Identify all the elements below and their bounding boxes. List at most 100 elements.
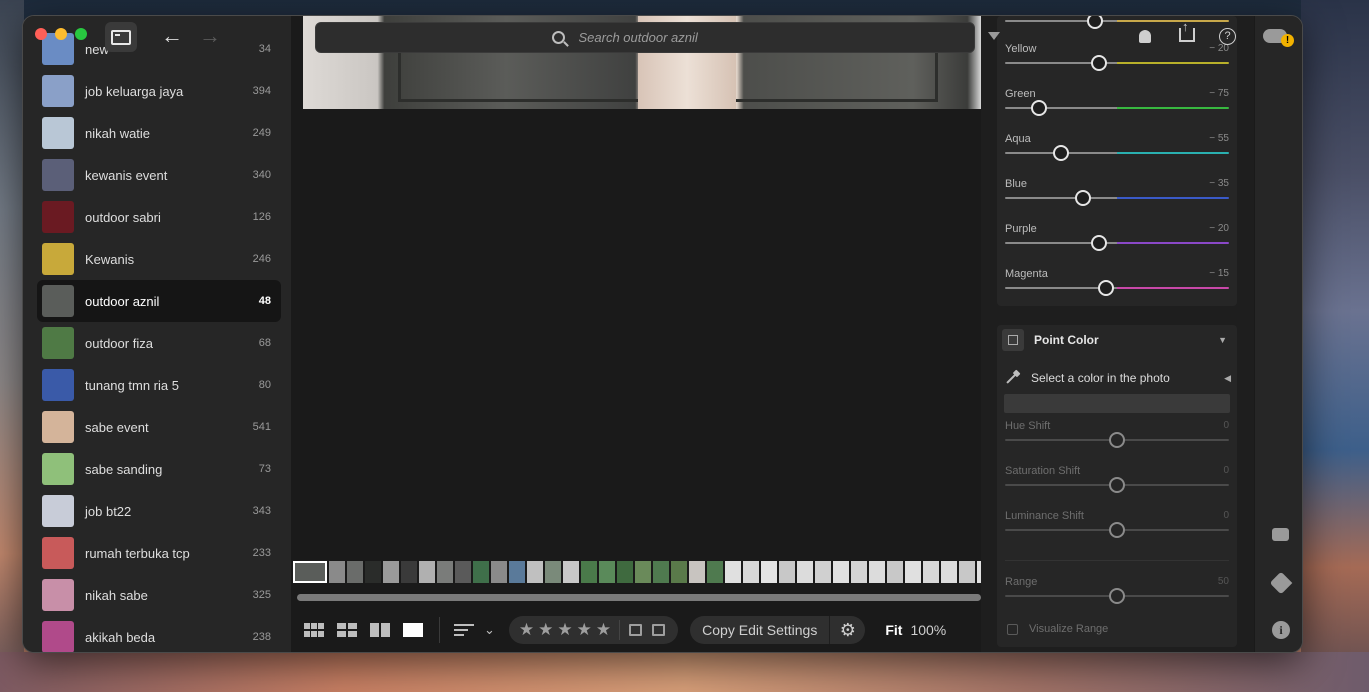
compare-view-icon[interactable] xyxy=(370,623,390,637)
comment-icon[interactable] xyxy=(1272,528,1289,541)
large-grid-view-icon[interactable] xyxy=(337,623,357,637)
adjustment-slider[interactable]: Purple − 20 xyxy=(1005,223,1229,268)
gear-icon[interactable]: ⚙ xyxy=(829,616,865,644)
album-item[interactable]: job keluarga jaya 394 xyxy=(37,70,281,112)
slider-track[interactable] xyxy=(1005,62,1229,64)
adjustment-slider[interactable]: Luminance Shift 0 xyxy=(1005,510,1229,555)
filmstrip-thumbnail[interactable] xyxy=(887,561,903,583)
info-icon[interactable]: i xyxy=(1272,621,1290,639)
filmstrip-thumbnail[interactable] xyxy=(545,561,561,583)
filmstrip-thumbnail[interactable] xyxy=(779,561,795,583)
bell-icon[interactable] xyxy=(1139,30,1151,43)
close-window-button[interactable] xyxy=(35,28,47,40)
zoom-window-button[interactable] xyxy=(75,28,87,40)
star-icon[interactable]: ★ xyxy=(577,620,592,640)
filmstrip-thumbnail[interactable] xyxy=(437,561,453,583)
slider-track[interactable] xyxy=(1005,197,1229,199)
adjustment-slider[interactable]: Blue − 35 xyxy=(1005,178,1229,223)
filmstrip-thumbnail[interactable] xyxy=(833,561,849,583)
point-color-header[interactable]: Point Color ▼ xyxy=(997,325,1237,355)
expand-arrow-icon[interactable]: ◀ xyxy=(1224,373,1231,384)
single-view-icon[interactable] xyxy=(403,623,423,637)
tag-icon[interactable] xyxy=(1269,571,1293,595)
adjustment-slider[interactable]: Saturation Shift 0 xyxy=(1005,465,1229,510)
star-icon[interactable]: ★ xyxy=(596,620,611,640)
filmstrip-thumbnail[interactable] xyxy=(509,561,525,583)
filmstrip-thumbnail[interactable] xyxy=(473,561,489,583)
filmstrip-thumbnail[interactable] xyxy=(347,561,363,583)
fit-zoom-button[interactable]: Fit xyxy=(885,622,902,638)
filmstrip-thumbnail[interactable] xyxy=(383,561,399,583)
back-arrow-icon[interactable]: ← xyxy=(161,24,183,48)
filmstrip-thumbnail[interactable] xyxy=(365,561,381,583)
filmstrip-thumbnail[interactable] xyxy=(941,561,957,583)
eyedropper-icon[interactable] xyxy=(1006,372,1018,384)
share-icon[interactable] xyxy=(1179,19,1195,42)
album-item[interactable]: sabe sanding 73 xyxy=(37,448,281,490)
copy-edit-settings-button[interactable]: Copy Edit Settings xyxy=(690,622,829,638)
forward-arrow-icon[interactable]: → xyxy=(199,24,221,48)
small-grid-view-icon[interactable] xyxy=(304,623,324,637)
album-item[interactable]: Kewanis 246 xyxy=(37,238,281,280)
star-icon[interactable]: ★ xyxy=(557,620,572,640)
search-bar[interactable] xyxy=(315,22,975,53)
album-item[interactable]: job bt22 343 xyxy=(37,490,281,532)
filmstrip-thumbnail[interactable] xyxy=(527,561,543,583)
slider-handle[interactable] xyxy=(1097,280,1114,296)
slider-track[interactable] xyxy=(1005,242,1229,244)
visualize-range-checkbox[interactable] xyxy=(1007,623,1018,635)
filmstrip-thumbnail[interactable] xyxy=(401,561,417,583)
slider-track[interactable] xyxy=(1005,287,1229,289)
star-icon[interactable]: ★ xyxy=(538,620,553,640)
adjustment-slider[interactable]: Green − 75 xyxy=(1005,88,1229,133)
filmstrip-thumbnail[interactable] xyxy=(689,561,705,583)
filmstrip-scrollbar[interactable] xyxy=(297,594,981,601)
adjustment-slider[interactable]: Aqua − 55 xyxy=(1005,133,1229,178)
color-swatch-area[interactable] xyxy=(1004,394,1230,413)
album-item[interactable]: outdoor fiza 68 xyxy=(37,322,281,364)
help-icon[interactable]: ? xyxy=(1219,28,1236,45)
slider-handle[interactable] xyxy=(1053,145,1069,161)
star-icon[interactable]: ★ xyxy=(519,620,534,640)
filmstrip-thumbnail[interactable] xyxy=(581,561,597,583)
flag-pick-icon[interactable] xyxy=(629,624,643,636)
filmstrip-thumbnail[interactable] xyxy=(599,561,615,583)
filmstrip-thumbnail[interactable] xyxy=(293,561,327,583)
filmstrip-thumbnail[interactable] xyxy=(761,561,777,583)
sort-icon[interactable] xyxy=(454,621,474,639)
filmstrip-thumbnail[interactable] xyxy=(671,561,687,583)
toggle-sidebar-button[interactable] xyxy=(105,22,137,52)
chevron-down-icon[interactable]: ⌄ xyxy=(484,622,495,638)
filmstrip-thumbnail[interactable] xyxy=(797,561,813,583)
album-item[interactable]: outdoor sabri 126 xyxy=(37,196,281,238)
album-item[interactable]: rumah terbuka tcp 233 xyxy=(37,532,281,574)
album-item[interactable]: tunang tmn ria 5 80 xyxy=(37,364,281,406)
search-input[interactable] xyxy=(578,30,739,45)
adjustment-slider[interactable]: Hue Shift 0 xyxy=(1005,420,1229,465)
filmstrip-thumbnail[interactable] xyxy=(329,561,345,583)
album-item[interactable]: outdoor aznil 48 xyxy=(37,280,281,322)
slider-handle[interactable] xyxy=(1109,522,1125,538)
filmstrip-thumbnail[interactable] xyxy=(419,561,435,583)
slider-handle[interactable] xyxy=(1075,190,1092,206)
slider-handle[interactable] xyxy=(1091,55,1108,71)
slider-track[interactable] xyxy=(1005,152,1229,154)
album-item[interactable]: nikah sabe 325 xyxy=(37,574,281,616)
filmstrip-thumbnail[interactable] xyxy=(653,561,669,583)
filmstrip-thumbnail[interactable] xyxy=(743,561,759,583)
filmstrip-thumbnail[interactable] xyxy=(923,561,939,583)
select-color-row[interactable]: Select a color in the photo ◀ xyxy=(1003,369,1231,387)
filmstrip-thumbnail[interactable] xyxy=(815,561,831,583)
flag-reject-icon[interactable] xyxy=(652,624,666,636)
minimize-window-button[interactable] xyxy=(55,28,67,40)
album-item[interactable]: sabe event 541 xyxy=(37,406,281,448)
slider-handle[interactable] xyxy=(1109,588,1125,604)
slider-handle[interactable] xyxy=(1030,100,1047,116)
collapse-caret-icon[interactable]: ▼ xyxy=(1218,335,1227,345)
filmstrip-thumbnail[interactable] xyxy=(635,561,651,583)
slider-handle[interactable] xyxy=(1091,235,1108,251)
filmstrip-thumbnail[interactable] xyxy=(869,561,885,583)
zoom-100-button[interactable]: 100% xyxy=(910,622,946,638)
slider-handle[interactable] xyxy=(1109,477,1125,493)
filmstrip-thumbnail[interactable] xyxy=(959,561,975,583)
